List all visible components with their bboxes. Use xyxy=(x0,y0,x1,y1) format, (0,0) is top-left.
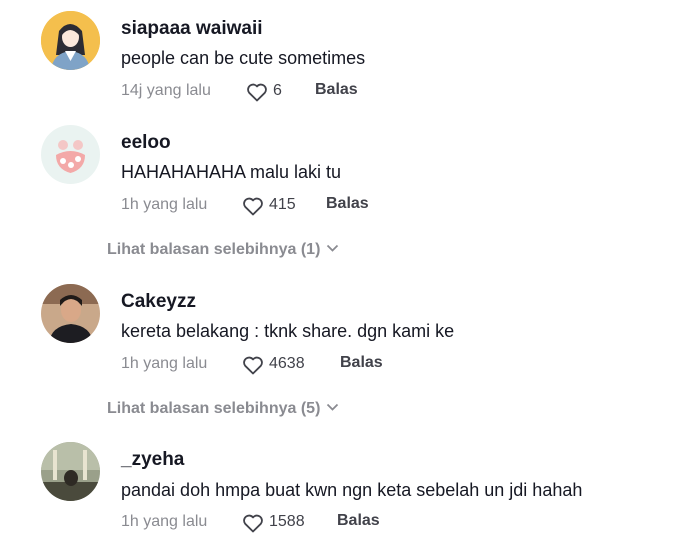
view-more-replies[interactable]: Lihat balasan selebihnya (1) xyxy=(107,240,339,262)
comment-username[interactable]: eeloo xyxy=(121,132,171,154)
heart-outline-icon xyxy=(243,356,263,375)
comment-username[interactable]: Cakeyzz xyxy=(121,291,196,313)
comment-time: 1h yang lalu xyxy=(121,513,208,530)
view-more-label: Lihat balasan selebihnya (1) xyxy=(107,241,321,258)
reply-button[interactable]: Balas xyxy=(315,81,358,99)
heart-outline-icon xyxy=(243,514,263,533)
reply-button[interactable]: Balas xyxy=(337,512,380,530)
like-count: 6 xyxy=(273,82,282,99)
comment-time: 1h yang lalu xyxy=(121,196,208,213)
comment-text: pandai doh hmpa buat kwn ngn keta sebela… xyxy=(121,480,583,500)
comment-item: siapaaa waiwaii people can be cute somet… xyxy=(0,0,682,110)
room-photo-avatar xyxy=(41,442,100,501)
comment-username[interactable]: _zyeha xyxy=(121,449,184,471)
comment-text: people can be cute sometimes xyxy=(121,48,366,68)
comment-item: eeloo HAHAHAHAHA malu laki tu 1h yang la… xyxy=(0,110,682,258)
like-count: 1588 xyxy=(269,513,305,530)
man-photo-avatar xyxy=(41,284,100,343)
view-more-replies[interactable]: Lihat balasan selebihnya (5) xyxy=(107,399,339,421)
heart-outline-icon xyxy=(243,197,263,216)
comment-username[interactable]: siapaaa waiwaii xyxy=(121,18,263,40)
comment-text: HAHAHAHAHA malu laki tu xyxy=(121,162,342,182)
chevron-down-icon xyxy=(326,399,339,417)
reply-button[interactable]: Balas xyxy=(340,354,383,372)
comment-meta: 1h yang lalu 415 Balas xyxy=(121,194,521,218)
avatar[interactable] xyxy=(41,125,100,184)
comment-item: Cakeyzz kereta belakang : tknk share. dg… xyxy=(0,270,682,417)
avatar[interactable] xyxy=(41,284,100,343)
avatar[interactable] xyxy=(41,442,100,501)
pink-pattern-avatar xyxy=(41,125,100,184)
comment-meta: 1h yang lalu 1588 Balas xyxy=(121,511,521,535)
comment-meta: 1h yang lalu 4638 Balas xyxy=(121,353,521,377)
like-count: 4638 xyxy=(269,355,305,372)
comment-time: 1h yang lalu xyxy=(121,355,208,372)
comment-meta: 14j yang lalu 6 Balas xyxy=(121,80,521,104)
avatar[interactable] xyxy=(41,11,100,70)
girl-illustration-avatar xyxy=(41,11,100,70)
heart-outline-icon xyxy=(247,83,267,102)
reply-button[interactable]: Balas xyxy=(326,195,369,213)
comment-item: _zyeha pandai doh hmpa buat kwn ngn keta… xyxy=(0,430,682,545)
comment-time: 14j yang lalu xyxy=(121,82,211,99)
view-more-label: Lihat balasan selebihnya (5) xyxy=(107,400,321,417)
comment-text: kereta belakang : tknk share. dgn kami k… xyxy=(121,321,455,341)
chevron-down-icon xyxy=(326,240,339,258)
like-count: 415 xyxy=(269,196,296,213)
